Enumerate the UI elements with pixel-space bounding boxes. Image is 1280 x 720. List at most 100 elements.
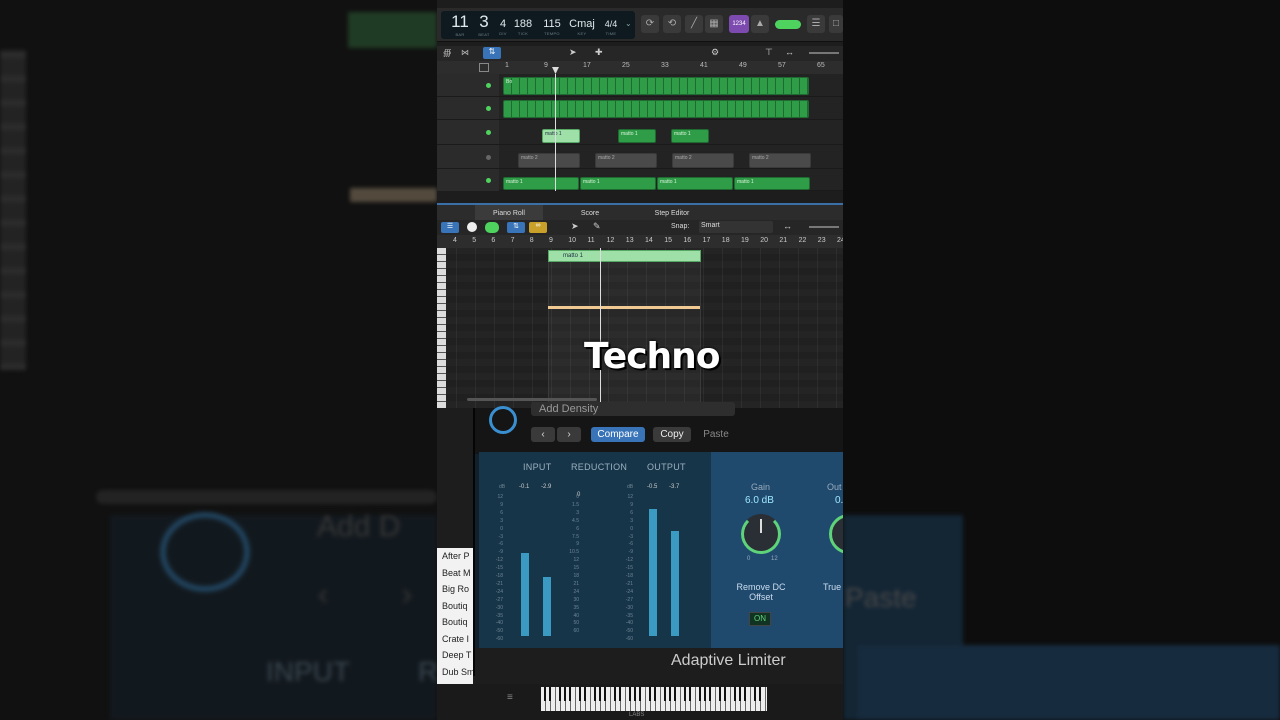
gain-knob[interactable] [741, 514, 781, 554]
black-key[interactable] [619, 687, 621, 701]
metronome-icon[interactable]: ▲ [751, 15, 769, 33]
lcd-display[interactable]: 11 BAR 3 BEAT 4 DIV 188 TICK 115 TEMPO Cmaj KE… [441, 11, 635, 39]
list-item[interactable]: Big Ro [437, 581, 473, 598]
automation-icon[interactable]: ∰ [443, 48, 451, 57]
black-key[interactable] [594, 687, 596, 701]
list-item[interactable]: Boutiq [437, 614, 473, 631]
black-key[interactable] [559, 687, 561, 701]
track-active-dot[interactable] [486, 106, 491, 111]
track-header[interactable] [437, 145, 499, 169]
count-in-button[interactable]: 1234 [729, 15, 749, 33]
black-key[interactable] [724, 687, 726, 701]
next-preset-icon[interactable]: › [557, 427, 581, 442]
out-ceiling-knob[interactable] [829, 514, 843, 554]
piano-roll-grid[interactable]: matto 1 [437, 248, 843, 408]
link-icon[interactable]: ∞ [529, 222, 547, 233]
black-key[interactable] [649, 687, 651, 701]
catch-icon[interactable]: ⇅ [483, 47, 501, 59]
horizontal-scrollbar[interactable] [467, 398, 597, 401]
zoom-slider[interactable] [809, 52, 839, 54]
region-matto-1[interactable]: matto 1 [580, 177, 656, 190]
black-key[interactable] [669, 687, 671, 701]
keyboard-menu-icon[interactable]: ≡ [507, 692, 521, 706]
copy-button[interactable]: Copy [653, 427, 691, 442]
track-active-dot[interactable] [486, 83, 491, 88]
list-item[interactable]: Deep T [437, 647, 473, 664]
black-key[interactable] [709, 687, 711, 701]
black-key[interactable] [614, 687, 616, 701]
autopunch-icon[interactable]: ╱ [685, 15, 703, 33]
track-header[interactable] [437, 120, 499, 145]
list-item[interactable]: Boutiq [437, 598, 473, 615]
dc-offset-toggle[interactable]: ON [749, 612, 771, 626]
region-header[interactable]: matto 1 [548, 250, 701, 262]
power-icon[interactable] [489, 406, 517, 434]
compare-button[interactable]: Compare [591, 427, 645, 442]
flex-icon[interactable]: ⋈ [461, 48, 469, 57]
track-header[interactable] [437, 74, 499, 97]
master-volume-slider[interactable] [775, 20, 801, 29]
audition-toggle[interactable] [485, 222, 499, 233]
black-key[interactable] [544, 687, 546, 701]
black-key[interactable] [629, 687, 631, 701]
fit-icon[interactable]: ↔ [783, 221, 792, 231]
paste-button[interactable]: Paste [697, 427, 735, 442]
browser-icon[interactable]: □ [829, 15, 843, 33]
preset-select[interactable]: Add Density [531, 402, 735, 416]
list-item[interactable]: Dub Smash SD [437, 664, 473, 681]
region-matto-2[interactable]: matto 2 [595, 153, 657, 168]
black-key[interactable] [569, 687, 571, 701]
black-key[interactable] [564, 687, 566, 701]
black-key[interactable] [704, 687, 706, 701]
local-inspector-icon[interactable]: ☰ [441, 222, 459, 233]
settings-gear-icon[interactable]: ⚙ [711, 47, 719, 58]
list-item[interactable]: Beat M [437, 565, 473, 582]
region-matto-2[interactable]: matto 2 [672, 153, 734, 168]
pencil-tool-icon[interactable]: ✎ [593, 221, 601, 232]
pointer-tool-icon[interactable]: ➤ [569, 47, 577, 58]
track-active-dot[interactable] [486, 130, 491, 135]
pointer-tool-icon[interactable]: ➤ [571, 221, 579, 232]
black-key[interactable] [684, 687, 686, 701]
piano-roll-ruler[interactable]: 4 5 6 7 8 9 10 11 12 13 14 15 16 17 18 19 20 21 22 23 24 [437, 235, 843, 248]
fit-icon[interactable]: ↔ [785, 47, 794, 57]
black-key[interactable] [584, 687, 586, 701]
region-matto-2[interactable]: matto 2 [518, 153, 580, 168]
black-key[interactable] [599, 687, 601, 701]
snap-select[interactable]: Smart [699, 221, 773, 233]
prev-preset-icon[interactable]: ‹ [531, 427, 555, 442]
track-active-dot[interactable] [486, 178, 491, 183]
midi-note[interactable] [548, 306, 700, 309]
piano-keyboard[interactable] [541, 687, 767, 711]
region-matto-1[interactable]: matto 1 [657, 177, 733, 190]
playhead-marker[interactable] [552, 67, 559, 74]
list-item[interactable]: After P [437, 548, 473, 565]
black-key[interactable] [634, 687, 636, 701]
black-key[interactable] [744, 687, 746, 701]
region-matto-1-selected[interactable]: matto 1 [542, 129, 580, 143]
crosshair-tool-icon[interactable]: ✚ [595, 47, 603, 58]
list-editors-icon[interactable]: ☰ [807, 15, 825, 33]
catch-icon[interactable]: ⇅ [507, 222, 525, 233]
track-header[interactable] [437, 97, 499, 120]
black-key[interactable] [759, 687, 761, 701]
black-key[interactable] [549, 687, 551, 701]
black-key[interactable] [579, 687, 581, 701]
lcd-dropdown-icon[interactable]: ⌄ [625, 19, 632, 28]
tracks-ruler[interactable]: 1 9 17 25 33 41 49 57 65 [437, 61, 843, 74]
black-key[interactable] [639, 687, 641, 701]
black-key[interactable] [604, 687, 606, 701]
region-inspector-icon[interactable] [479, 63, 489, 72]
black-key[interactable] [739, 687, 741, 701]
waveform-zoom-icon[interactable]: ⊤ [765, 47, 773, 58]
drum-regions[interactable]: Bo [503, 77, 809, 95]
black-key[interactable] [719, 687, 721, 701]
black-key[interactable] [674, 687, 676, 701]
black-key[interactable] [699, 687, 701, 701]
black-key[interactable] [664, 687, 666, 701]
drum-regions[interactable] [503, 100, 809, 118]
region-matto-1[interactable]: matto 1 [734, 177, 810, 190]
region-matto-1[interactable]: matto 1 [503, 177, 579, 190]
region-matto-1[interactable]: matto 1 [671, 129, 709, 143]
midi-in-icon[interactable] [467, 222, 477, 232]
